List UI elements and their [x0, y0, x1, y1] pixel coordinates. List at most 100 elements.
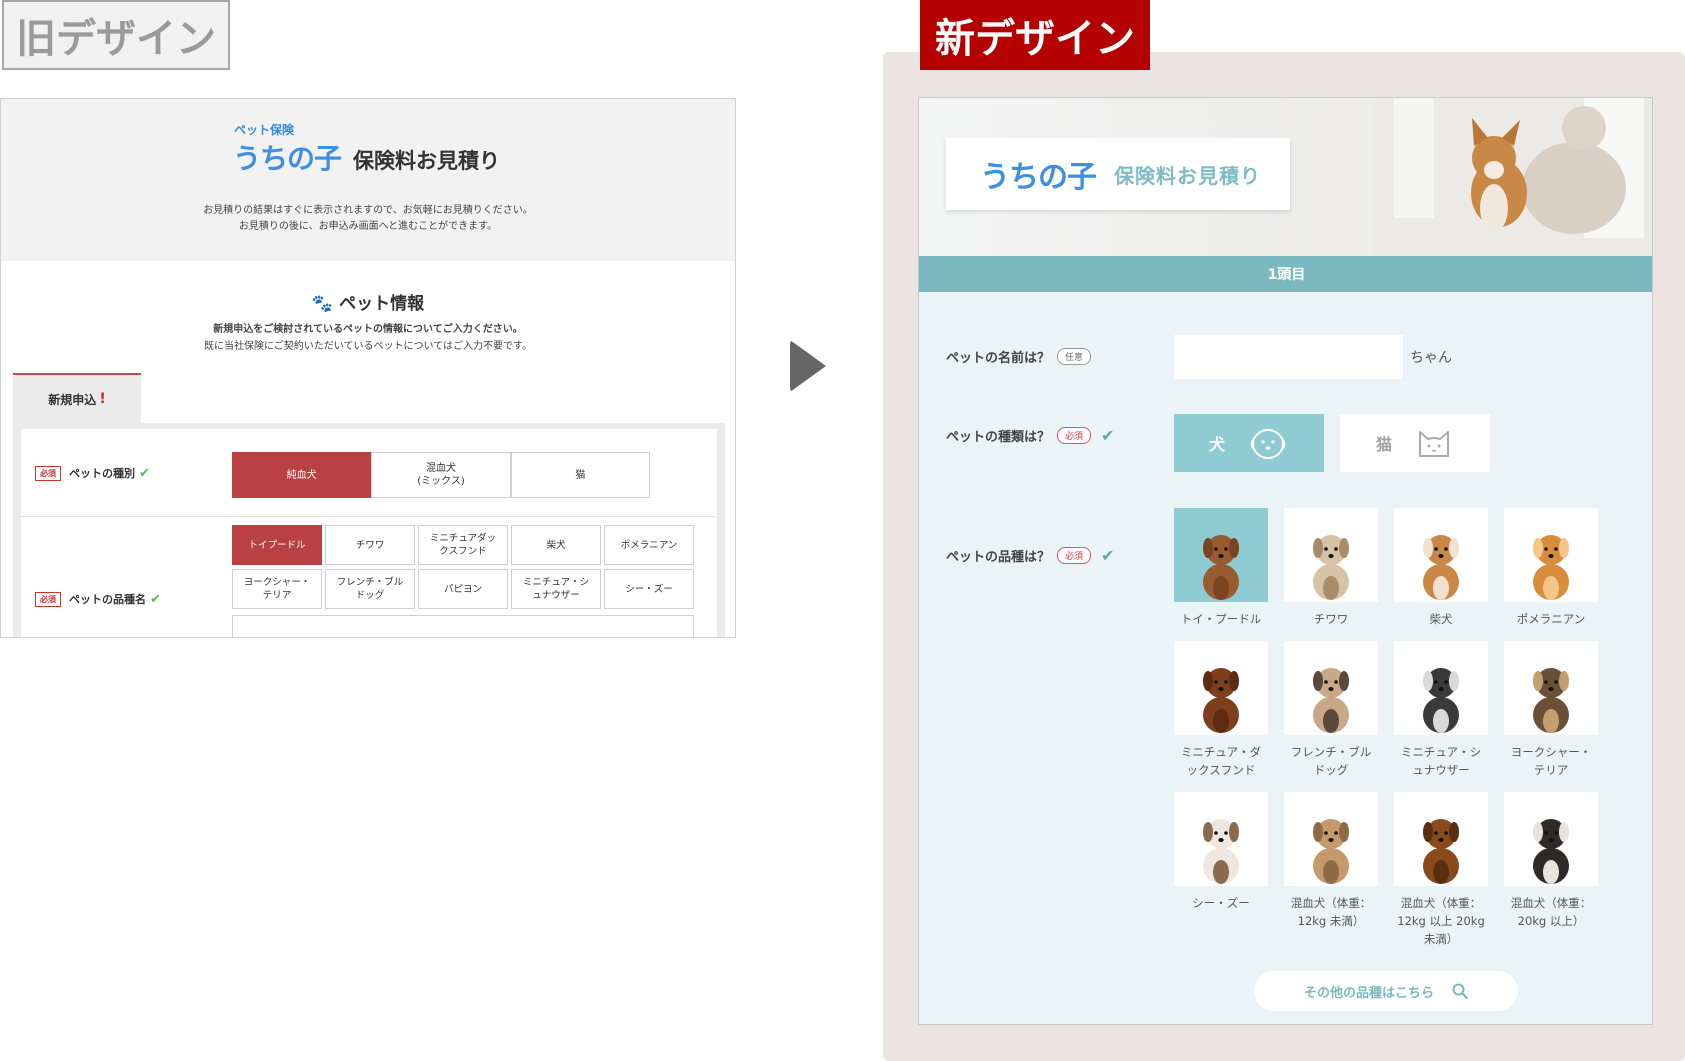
- old-section-title: 🐾 ペット情報: [1, 289, 735, 314]
- old-desc-line2: お見積りの後に、お申込み画面へと進むことができます。: [238, 221, 498, 232]
- type-question: ペットの種類は？ 必須 ✔: [946, 426, 1114, 445]
- dog-photo-icon: [1284, 641, 1378, 735]
- old-section-desc-line1: 新規申込をご検討されているペットの情報についてご入力ください。: [213, 324, 523, 335]
- pet-number-bar: 1頭目: [919, 256, 1652, 292]
- name-question-text: ペットの名前は？: [946, 351, 1051, 366]
- old-breed-option[interactable]: フレンチ・ブル ドッグ: [325, 569, 415, 609]
- dog-photo-icon: [1504, 641, 1598, 735]
- old-logo-big: うちの子: [233, 142, 342, 175]
- arrow-right-icon: [790, 340, 826, 392]
- old-breed-option[interactable]: ポメラニアン: [604, 525, 694, 565]
- breed-option[interactable]: ミニチュア・ダ ックスフンド: [1174, 641, 1268, 779]
- breed-option[interactable]: トイ・プードル: [1174, 508, 1268, 628]
- dog-photo-icon: [1394, 641, 1488, 735]
- old-type-row: 必須 ペットの種別 ✔ 純血犬 混血犬 (ミックス) 猫: [21, 429, 717, 517]
- required-badge: 必須: [1057, 427, 1092, 444]
- new-design-screenshot: うちの子 保険料お見積り 1頭目 ペットの名前は？ 任意 ちゃん ペットの種類は…: [918, 97, 1653, 1025]
- breed-label: フレンチ・ブル ドッグ: [1290, 745, 1372, 777]
- dog-photo-icon: [1394, 508, 1488, 602]
- other-breeds-button[interactable]: その他の品種はこちら: [1254, 971, 1518, 1011]
- logo: うちの子: [980, 160, 1097, 195]
- old-pet-section: 🐾 ペット情報 新規申込をご検討されているペットの情報についてご入力ください。 既…: [1, 261, 735, 376]
- search-icon: [1452, 983, 1468, 999]
- old-breed-option[interactable]: パピヨン: [418, 569, 508, 609]
- old-breed-label-text: ペットの品種名: [69, 593, 146, 606]
- old-type-label: 必須 ペットの種別 ✔: [35, 465, 150, 481]
- old-section-desc-line2: 既に当社保険にご契約いただいているペットについてはご入力不要です。: [204, 341, 532, 352]
- old-type-option[interactable]: 猫: [510, 452, 650, 498]
- old-breed-option[interactable]: トイプードル: [232, 525, 322, 565]
- breed-option[interactable]: ミニチュア・シ ュナウザー: [1394, 641, 1488, 779]
- old-type-options: 純血犬 混血犬 (ミックス) 猫: [232, 452, 650, 498]
- check-icon: ✔: [1101, 546, 1115, 565]
- breed-label: ミニチュア・ダ ックスフンド: [1180, 745, 1262, 777]
- other-breeds-label: その他の品種はこちら: [1303, 985, 1434, 1001]
- old-breed-option[interactable]: ミニチュアダッ クスフンド: [418, 525, 508, 565]
- type-cat-button[interactable]: 猫: [1340, 414, 1490, 472]
- check-icon: ✔: [150, 591, 161, 607]
- breed-option[interactable]: シー・ズー: [1174, 792, 1268, 912]
- breed-option[interactable]: 柴犬: [1394, 508, 1488, 628]
- dog-photo-icon: [1174, 508, 1268, 602]
- breed-label: 混血犬（体重： 12kg 未満）: [1290, 896, 1372, 928]
- dog-photo-icon: [1284, 792, 1378, 886]
- name-question: ペットの名前は？ 任意: [946, 347, 1092, 366]
- old-breed-option[interactable]: チワワ: [325, 525, 415, 565]
- old-description: お見積りの結果はすぐに表示されますので、お気軽にお見積りください。 お見積りの後…: [1, 203, 735, 235]
- name-suffix: ちゃん: [1410, 350, 1452, 366]
- old-breed-more-row[interactable]: [232, 615, 694, 637]
- old-page-title: 保険料お見積り: [353, 149, 500, 173]
- old-breed-option[interactable]: ミニチュア・シ ュナウザー: [511, 569, 601, 609]
- breed-label: 混血犬（体重： 12kg 以上 20kg 未満）: [1397, 896, 1485, 946]
- cat-face-icon: [1419, 431, 1449, 457]
- old-tab-label: 新規申込: [48, 392, 97, 407]
- breed-option[interactable]: チワワ: [1284, 508, 1378, 628]
- breed-option[interactable]: 混血犬（体重： 12kg 以上 20kg 未満）: [1394, 792, 1488, 948]
- dog-photo-icon: [1504, 508, 1598, 602]
- pet-name-input[interactable]: [1174, 335, 1403, 379]
- hero-banner: うちの子 保険料お見積り: [919, 98, 1652, 256]
- breed-label: 混血犬（体重： 20kg 以上）: [1510, 896, 1592, 928]
- type-dog-button[interactable]: 犬: [1174, 414, 1324, 472]
- breed-label: ミニチュア・シ ュナウザー: [1400, 745, 1482, 777]
- dog-photo-icon: [1394, 792, 1488, 886]
- old-required-badge: 必須: [35, 465, 61, 481]
- check-icon: ✔: [139, 465, 150, 481]
- old-breed-option[interactable]: シー・ズー: [604, 569, 694, 609]
- old-type-option[interactable]: 混血犬 (ミックス): [371, 452, 511, 498]
- breed-label: トイ・プードル: [1180, 612, 1262, 626]
- old-section-title-text: ペット情報: [339, 294, 425, 314]
- hero-pets-image: [1374, 98, 1652, 256]
- paw-icon: 🐾: [311, 294, 334, 314]
- type-question-text: ペットの種類は？: [946, 430, 1051, 445]
- new-design-label: 新デザイン: [920, 0, 1150, 70]
- old-tab-new-application[interactable]: 新規申込!: [13, 373, 141, 423]
- required-badge: 必須: [1057, 547, 1092, 564]
- breed-option[interactable]: ヨークシャー・ テリア: [1504, 641, 1598, 779]
- breed-option[interactable]: フレンチ・ブル ドッグ: [1284, 641, 1378, 779]
- old-type-option[interactable]: 純血犬: [232, 452, 372, 498]
- dog-photo-icon: [1174, 792, 1268, 886]
- breed-option[interactable]: 混血犬（体重： 12kg 未満）: [1284, 792, 1378, 930]
- breed-label: シー・ズー: [1192, 896, 1250, 910]
- old-breed-label: 必須 ペットの品種名 ✔: [35, 591, 161, 607]
- old-tab-alert-icon: !: [99, 391, 106, 407]
- breed-question: ペットの品種は？ 必須 ✔: [946, 546, 1114, 565]
- old-breed-option[interactable]: 柴犬: [511, 525, 601, 565]
- breed-question-text: ペットの品種は？: [946, 550, 1051, 565]
- breed-option[interactable]: 混血犬（体重： 20kg 以上）: [1504, 792, 1598, 930]
- old-form: 必須 ペットの種別 ✔ 純血犬 混血犬 (ミックス) 猫 必須 ペットの品種名 …: [13, 423, 725, 637]
- breed-option[interactable]: ポメラニアン: [1504, 508, 1598, 628]
- old-header: ペット保険 うちの子 保険料お見積り お見積りの結果はすぐに表示されますので、お…: [1, 99, 735, 261]
- old-type-label-text: ペットの種別: [69, 467, 135, 480]
- old-logo-small: ペット保険: [234, 123, 295, 137]
- old-design-label: 旧デザイン: [2, 0, 230, 70]
- old-desc-line1: お見積りの結果はすぐに表示されますので、お気軽にお見積りください。: [203, 205, 533, 216]
- old-logo: ペット保険 うちの子: [233, 121, 343, 175]
- old-breed-option[interactable]: ヨークシャー・ テリア: [232, 569, 322, 609]
- breed-label: 柴犬: [1429, 612, 1453, 626]
- dog-photo-icon: [1174, 641, 1268, 735]
- dog-photo-icon: [1504, 792, 1598, 886]
- check-icon: ✔: [1101, 426, 1115, 445]
- old-breed-grid: トイプードル チワワ ミニチュアダッ クスフンド 柴犬 ポメラニアン ヨークシャ…: [232, 525, 694, 609]
